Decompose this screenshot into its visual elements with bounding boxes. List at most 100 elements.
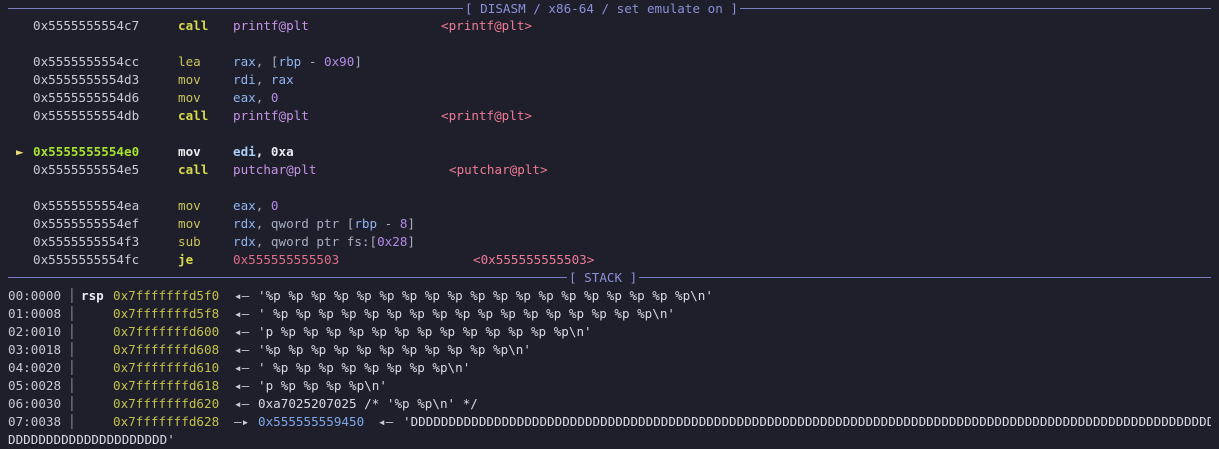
instruction-address: 0x5555555554c7 (33, 18, 140, 33)
instruction-operands: rdx, qword ptr fs:[0x28] (233, 233, 415, 251)
stack-row[interactable]: 03:0018 │ 0x7fffffffd608 ◂— '%p %p %p %p… (0, 341, 531, 359)
stack-row[interactable]: 02:0010 │ 0x7fffffffd600 ◂— 'p %p %p %p … (0, 323, 592, 341)
stack-value: 'DDDDDDDDDDDDDDDDDDDDDDDDDDDDDDDDDDDDDDD… (403, 414, 1211, 429)
instruction-mnemonic: mov (178, 72, 201, 87)
instruction-address: 0x5555555554ef (33, 216, 140, 231)
instruction-operand: putchar@plt (233, 162, 317, 177)
operand-register: eax (233, 198, 256, 213)
stack-separator: │ (68, 414, 76, 429)
operand-separator: , (255, 198, 271, 213)
stack-offset: 04:0020 (8, 360, 62, 375)
stack-row[interactable]: 04:0020 │ 0x7fffffffd610 ◂— ' %p %p %p %… (0, 359, 470, 377)
stack-row-continuation: DDDDDDDDDDDDDDDDDDDDD' (0, 431, 175, 449)
operand-separator: , qword ptr [ (255, 216, 355, 231)
instruction-mnemonic: sub (178, 234, 201, 249)
operand-separator: , (255, 90, 271, 105)
operand-immediate: 0 (270, 198, 279, 213)
operand-immediate: 0x90 (324, 54, 355, 69)
disasm-row[interactable]: 0x5555555554fc je 0x555555555503 <0x5555… (0, 251, 594, 269)
stack-offset: 05:0028 (8, 378, 62, 393)
stack-offset: 00:0000 (8, 288, 62, 303)
jump-target: <0x555555555503> (473, 252, 595, 267)
instruction-address: 0x5555555554e5 (33, 162, 140, 177)
disasm-header: [ DISASM / x86-64 / set emulate on ] (8, 0, 1211, 18)
stack-row[interactable]: 00:0000 │ rsp 0x7fffffffd5f0 ◂— '%p %p %… (0, 287, 713, 305)
pointer-arrow: —▸ (234, 414, 250, 429)
operand-separator: - (377, 216, 400, 231)
stack-address: 0x7fffffffd610 (113, 360, 220, 375)
stack-separator: │ (68, 324, 76, 339)
deref-arrow: ◂— (234, 360, 250, 375)
deref-arrow: ◂— (234, 396, 250, 411)
disasm-row[interactable]: 0x5555555554e5 call putchar@plt <putchar… (0, 161, 548, 179)
instruction-mnemonic: mov (178, 144, 201, 159)
stack-value: 'p %p %p %p %p %p %p %p %p %p %p %p %p %… (258, 324, 592, 339)
stack-separator: │ (68, 288, 76, 303)
instruction-address: 0x5555555554db (33, 108, 140, 123)
instruction-mnemonic: mov (178, 90, 201, 105)
disasm-row[interactable]: 0x5555555554f3 sub rdx, qword ptr fs:[0x… (0, 233, 415, 251)
stack-offset: 07:0038 (8, 414, 62, 429)
stack-row[interactable]: 01:0008 │ 0x7fffffffd5f8 ◂— ' %p %p %p %… (0, 305, 675, 323)
current-instruction-marker: ► (16, 144, 24, 159)
instruction-operands: eax, 0 (233, 89, 279, 107)
operand-register: eax (233, 90, 256, 105)
instruction-mnemonic: lea (178, 54, 201, 69)
instruction-address: 0x5555555554fc (33, 252, 140, 267)
deref-arrow: ◂— (378, 414, 394, 429)
instruction-address: 0x5555555554ea (33, 198, 140, 213)
operand-register: rbp (278, 54, 302, 69)
stack-row[interactable]: 07:0038 │ 0x7fffffffd628 —▸ 0x5555555594… (0, 413, 1211, 431)
instruction-operand: printf@plt (233, 18, 309, 33)
stack-address: 0x7fffffffd600 (113, 324, 220, 339)
stack-value-continuation: DDDDDDDDDDDDDDDDDDDDD' (8, 432, 175, 447)
stack-value: ' %p %p %p %p %p %p %p %p\n' (258, 360, 471, 375)
disasm-row[interactable]: 0x5555555554cc lea rax, [rbp - 0x90] (0, 53, 362, 71)
instruction-mnemonic: call (178, 162, 209, 177)
operand-separator: , [ (255, 54, 279, 69)
instruction-mnemonic: call (178, 108, 209, 123)
operand-register: rdx (233, 216, 256, 231)
stack-value: '%p %p %p %p %p %p %p %p %p %p %p\n' (258, 342, 531, 357)
disasm-header-title: [ DISASM / x86-64 / set emulate on ] (463, 0, 740, 18)
stack-separator: │ (68, 342, 76, 357)
stack-address: 0x7fffffffd5f8 (113, 306, 220, 321)
operand-separator: , (255, 144, 271, 159)
instruction-mnemonic: mov (178, 198, 201, 213)
stack-value: 0xa7025207025 /* '%p %p\n' */ (258, 396, 478, 411)
operand-register: edi (233, 144, 256, 159)
disasm-row[interactable]: 0x5555555554ea mov eax, 0 (0, 197, 279, 215)
stack-offset: 06:0030 (8, 396, 62, 411)
deref-arrow: ◂— (234, 324, 250, 339)
operand-separator: , qword ptr fs:[ (255, 234, 378, 249)
disasm-row[interactable]: 0x5555555554d6 mov eax, 0 (0, 89, 279, 107)
stack-row[interactable]: 06:0030 │ 0x7fffffffd620 ◂— 0xa702520702… (0, 395, 478, 413)
stack-header-title: [ STACK ] (567, 269, 640, 287)
disasm-row[interactable]: 0x5555555554d3 mov rdi, rax (0, 71, 294, 89)
instruction-operands: rax, [rbp - 0x90] (233, 53, 362, 71)
instruction-address: 0x5555555554e0 (33, 144, 140, 159)
operand-register: rdx (233, 234, 256, 249)
stack-header: [ STACK ] (8, 269, 1211, 287)
stack-row[interactable]: 05:0028 │ 0x7fffffffd618 ◂— 'p %p %p %p … (0, 377, 387, 395)
operand-immediate: 0xa (270, 144, 294, 159)
stack-register-label: rsp (81, 288, 104, 303)
deref-arrow: ◂— (234, 288, 250, 303)
instruction-address: 0x5555555554d6 (33, 90, 140, 105)
stack-offset: 01:0008 (8, 306, 62, 321)
operand-immediate: 0 (270, 90, 279, 105)
stack-value: ' %p %p %p %p %p %p %p %p %p %p %p %p %p… (258, 306, 676, 321)
call-target: <printf@plt> (441, 18, 532, 33)
disasm-row[interactable]: 0x5555555554ef mov rdx, qword ptr [rbp -… (0, 215, 415, 233)
disasm-row[interactable]: 0x5555555554db call printf@plt <printf@p… (0, 107, 532, 125)
instruction-address: 0x5555555554d3 (33, 72, 140, 87)
stack-value: 'p %p %p %p %p\n' (258, 378, 387, 393)
operand-separator: , (255, 72, 271, 87)
instruction-operands: rdi, rax (233, 71, 294, 89)
instruction-mnemonic: mov (178, 216, 201, 231)
disasm-row[interactable]: 0x5555555554c7 call printf@plt <printf@p… (0, 17, 532, 35)
stack-address: 0x7fffffffd620 (113, 396, 220, 411)
operand-bracket: ] (354, 54, 362, 69)
stack-separator: │ (68, 378, 76, 393)
disasm-row-current[interactable]: ► 0x5555555554e0 mov edi, 0xa (0, 143, 294, 161)
